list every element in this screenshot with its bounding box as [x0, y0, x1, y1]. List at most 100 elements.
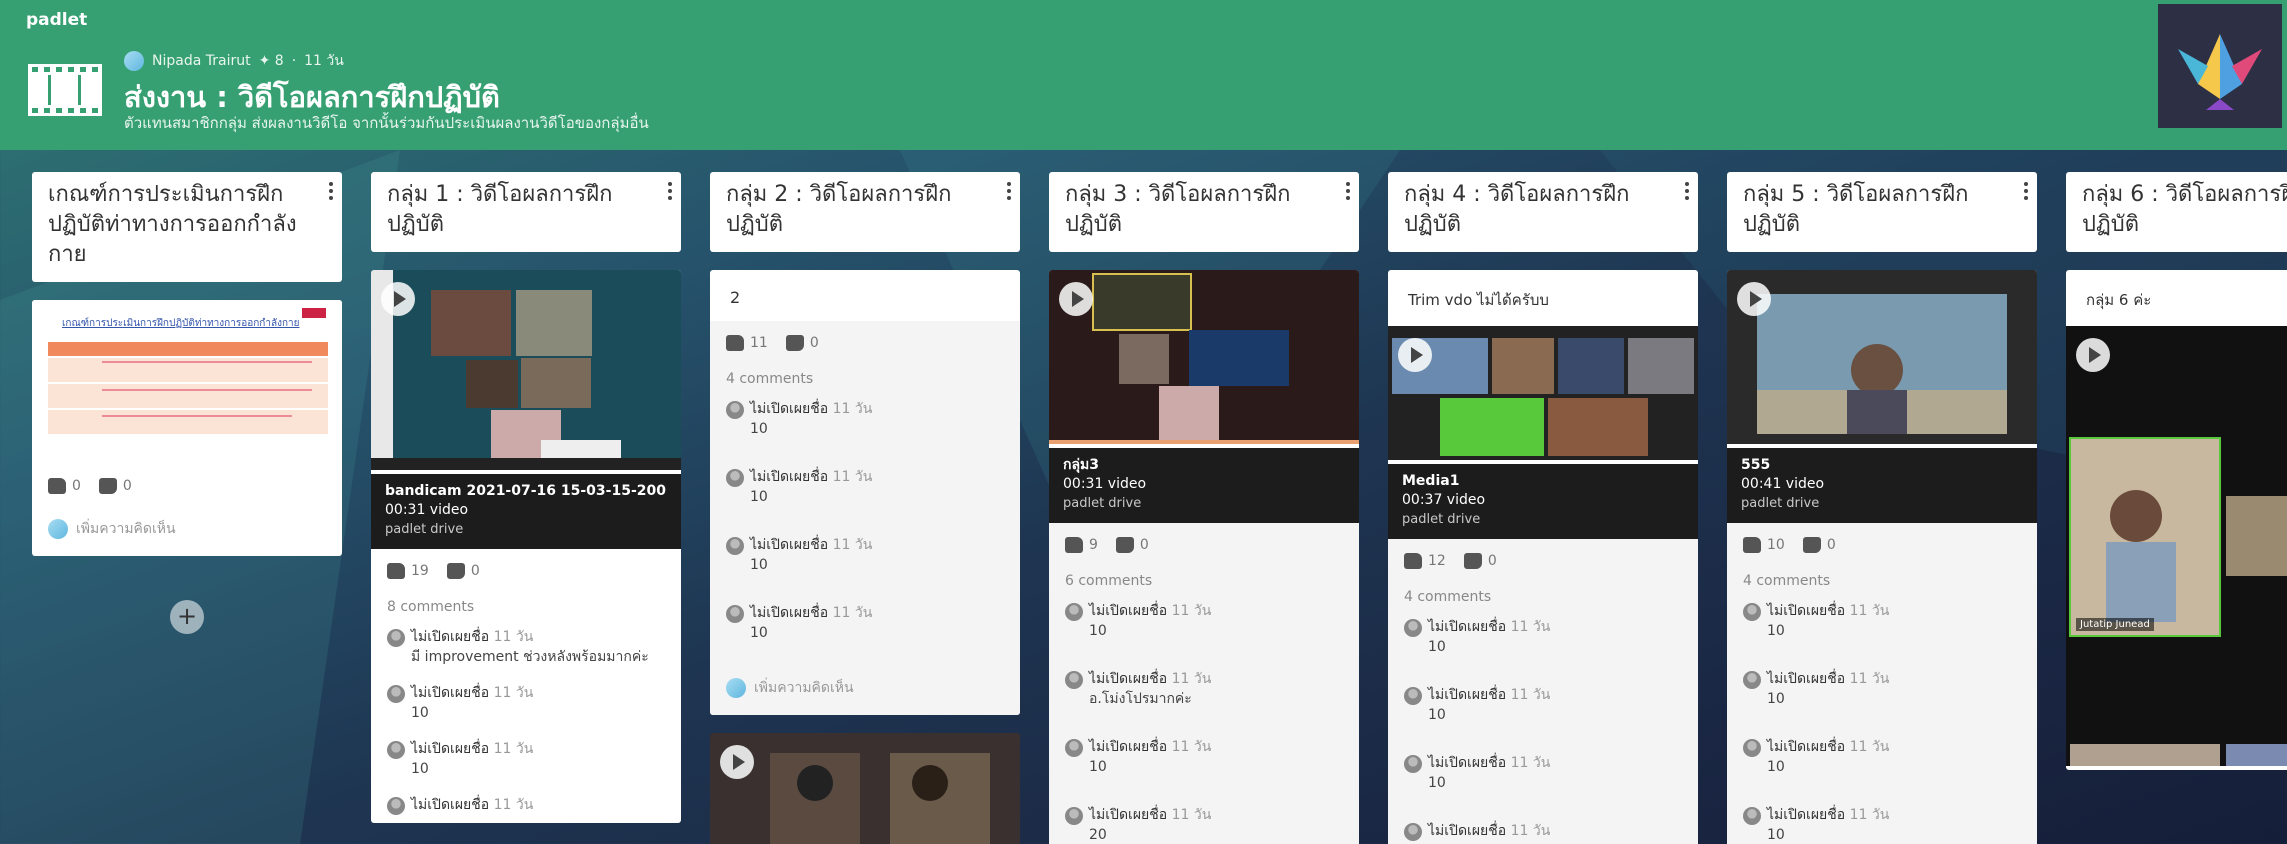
comment-body: 10 — [1428, 775, 1446, 791]
comments-count[interactable]: 6 comments — [1049, 561, 1359, 593]
post-card[interactable]: bandicam 2021-07-16 15-03-15-200 00:31 v… — [371, 270, 681, 823]
thumbs-down-icon[interactable] — [446, 563, 465, 579]
play-icon[interactable] — [381, 282, 415, 316]
column-menu-icon[interactable] — [328, 182, 334, 204]
like-count: 0 — [72, 478, 81, 494]
comment: ไม่เปิดเผยชื่อ 11 วัน 10 — [371, 731, 681, 787]
play-icon[interactable] — [1737, 282, 1771, 316]
video-thumbnail — [1388, 326, 1698, 460]
thumbs-down-icon[interactable] — [98, 478, 117, 494]
thumbs-up-icon[interactable] — [1743, 537, 1761, 553]
film-strip-icon — [28, 64, 102, 116]
thumbs-up-icon[interactable] — [1404, 553, 1422, 569]
add-post-button[interactable]: + — [170, 600, 204, 634]
reactions-row: 19 0 — [371, 549, 681, 587]
origami-bird-icon — [2178, 34, 2262, 110]
board-age: 11 วัน — [304, 53, 344, 69]
column-menu-icon[interactable] — [667, 182, 673, 204]
thumbs-down-icon[interactable] — [1115, 537, 1134, 553]
padlet-bird-logo[interactable] — [2158, 4, 2282, 128]
like-count: 9 — [1089, 537, 1098, 553]
play-icon[interactable] — [1398, 338, 1432, 372]
video-title: bandicam 2021-07-16 15-03-15-200 — [385, 483, 666, 499]
column-header[interactable]: กลุ่ม 2 : วิดีโอผลการฝึกปฏิบัติ — [710, 172, 1020, 252]
comments-count[interactable]: 4 comments — [1727, 561, 2037, 593]
play-icon[interactable] — [720, 745, 754, 779]
comment-body: 10 — [750, 625, 768, 641]
video-source: padlet drive — [1063, 496, 1142, 511]
play-icon[interactable] — [1059, 282, 1093, 316]
thumbs-down-icon[interactable] — [1463, 553, 1482, 569]
comment-time: 11 วัน — [1849, 603, 1890, 619]
comment-author: ไม่เปิดเผยชื่อ — [411, 685, 490, 701]
video-attachment[interactable]: bandicam 2021-07-16 15-03-15-200 00:31 v… — [371, 270, 681, 549]
comment: ไม่เปิดเผยชื่อ 11 วัน อ.โม่งโปรมากค่ะ — [1049, 661, 1359, 717]
comment-time: 11 วัน — [493, 685, 534, 701]
comments-count[interactable]: 4 comments — [710, 359, 1020, 391]
video-attachment[interactable]: 555 00:41 video padlet drive — [1727, 270, 2037, 523]
column-group-5: กลุ่ม 5 : วิดีโอผลการฝึกปฏิบัติ 555 00:4… — [1727, 172, 2037, 844]
post-card[interactable]: กลุ่ม3 00:31 video padlet drive 9 0 6 co… — [1049, 270, 1359, 844]
thumbs-up-icon[interactable] — [1065, 537, 1083, 553]
comments-count[interactable]: 8 comments — [371, 587, 681, 619]
author-avatar[interactable] — [124, 51, 144, 71]
comment: ไม่เปิดเผยชื่อ 11 วัน 10 — [1388, 677, 1698, 733]
thumbs-up-icon[interactable] — [48, 478, 66, 494]
dislike-count: 0 — [1139, 537, 1149, 553]
like-count: 12 — [1428, 553, 1446, 569]
comment-body: 10 — [1767, 759, 1785, 775]
column-header[interactable]: กลุ่ม 1 : วิดีโอผลการฝึกปฏิบัติ — [371, 172, 681, 252]
post-card[interactable]: Trim vdo ไม่ได้ครับบ Media1 00:37 video … — [1388, 270, 1698, 844]
comment: ไม่เปิดเผยชื่อ 11 วัน 10 — [1727, 797, 2037, 844]
comment-author: ไม่เปิดเผยชื่อ — [411, 797, 490, 813]
padlet-logo-text[interactable]: padlet — [26, 10, 87, 30]
play-icon[interactable] — [2076, 338, 2110, 372]
post-card[interactable]: กลุ่ม 6 ค่ะ Jutatip Junead — [2066, 270, 2287, 770]
post-card[interactable]: 2 11 0 4 comments ไม่เปิดเผยชื่อ 11 วัน 1… — [710, 270, 1020, 715]
anonymous-avatar-icon — [1404, 755, 1422, 773]
column-menu-icon[interactable] — [1006, 182, 1012, 204]
video-thumbnail — [1727, 270, 2037, 444]
post-card[interactable]: เกณฑ์การประเมินการฝึกปฏิบัติท่าทางการออก… — [32, 300, 342, 556]
anonymous-avatar-icon — [726, 605, 744, 623]
comment-body: 10 — [750, 489, 768, 505]
post-text: กลุ่ม 6 ค่ะ — [2086, 291, 2152, 309]
column-menu-icon[interactable] — [2023, 182, 2029, 204]
video-attachment[interactable]: Media1 00:37 video padlet drive — [1388, 326, 1698, 539]
comment-time: 11 วัน — [1171, 807, 1212, 823]
column-header[interactable]: กลุ่ม 5 : วิดีโอผลการฝึกปฏิบัติ — [1727, 172, 2037, 252]
column-menu-icon[interactable] — [1345, 182, 1351, 204]
comments-count[interactable]: 4 comments — [1388, 577, 1698, 609]
video-attachment[interactable]: Jutatip Junead — [2066, 326, 2287, 766]
add-comment[interactable]: เพิ่มความคิดเห็น — [710, 651, 1020, 715]
comment-body: อ.โม่งโปรมากค่ะ — [1089, 691, 1192, 707]
column-rubric: เกณฑ์การประเมินการฝึกปฏิบัติท่าทางการออก… — [32, 172, 342, 556]
dislike-count: 0 — [1826, 537, 1836, 553]
rubric-image[interactable]: เกณฑ์การประเมินการฝึกปฏิบัติท่าทางการออก… — [32, 300, 342, 464]
column-header[interactable]: เกณฑ์การประเมินการฝึกปฏิบัติท่าทางการออก… — [32, 172, 342, 282]
thumbs-up-icon[interactable] — [726, 335, 744, 351]
post-card[interactable] — [710, 733, 1020, 844]
column-title: กลุ่ม 2 : วิดีโอผลการฝึกปฏิบัติ — [726, 182, 952, 237]
post-card[interactable]: 555 00:41 video padlet drive 10 0 4 comm… — [1727, 270, 2037, 844]
comment-time: 11 วัน — [832, 605, 873, 621]
column-header[interactable]: กลุ่ม 4 : วิดีโอผลการฝึกปฏิบัติ — [1388, 172, 1698, 252]
comment-body: 10 — [1428, 639, 1446, 655]
thumbs-down-icon[interactable] — [785, 335, 804, 351]
reactions-row: 11 0 — [710, 321, 1020, 359]
comment-author: ไม่เปิดเผยชื่อ — [750, 401, 829, 417]
comment-author: ไม่เปิดเผยชื่อ — [1767, 739, 1846, 755]
add-comment[interactable]: เพิ่มความคิดเห็น — [32, 502, 342, 556]
column-menu-icon[interactable] — [1684, 182, 1690, 204]
thumbs-up-icon[interactable] — [387, 563, 405, 579]
comment-time: 11 วัน — [832, 469, 873, 485]
author-name[interactable]: Nipada Trairut — [152, 53, 251, 69]
comment-body: 20 — [1089, 827, 1107, 843]
video-attachment[interactable]: กลุ่ม3 00:31 video padlet drive — [1049, 270, 1359, 523]
thumbs-down-icon[interactable] — [1802, 537, 1821, 553]
column-header[interactable]: กลุ่ม 3 : วิดีโอผลการฝึกปฏิบัติ — [1049, 172, 1359, 252]
column-header[interactable]: กลุ่ม 6 : วิดีโอผลการฝึกปฏิบัติ — [2066, 172, 2287, 252]
video-source: padlet drive — [385, 522, 464, 537]
anonymous-avatar-icon — [1065, 807, 1083, 825]
comment: ไม่เปิดเผยชื่อ 11 วัน 10 — [1727, 729, 2037, 785]
